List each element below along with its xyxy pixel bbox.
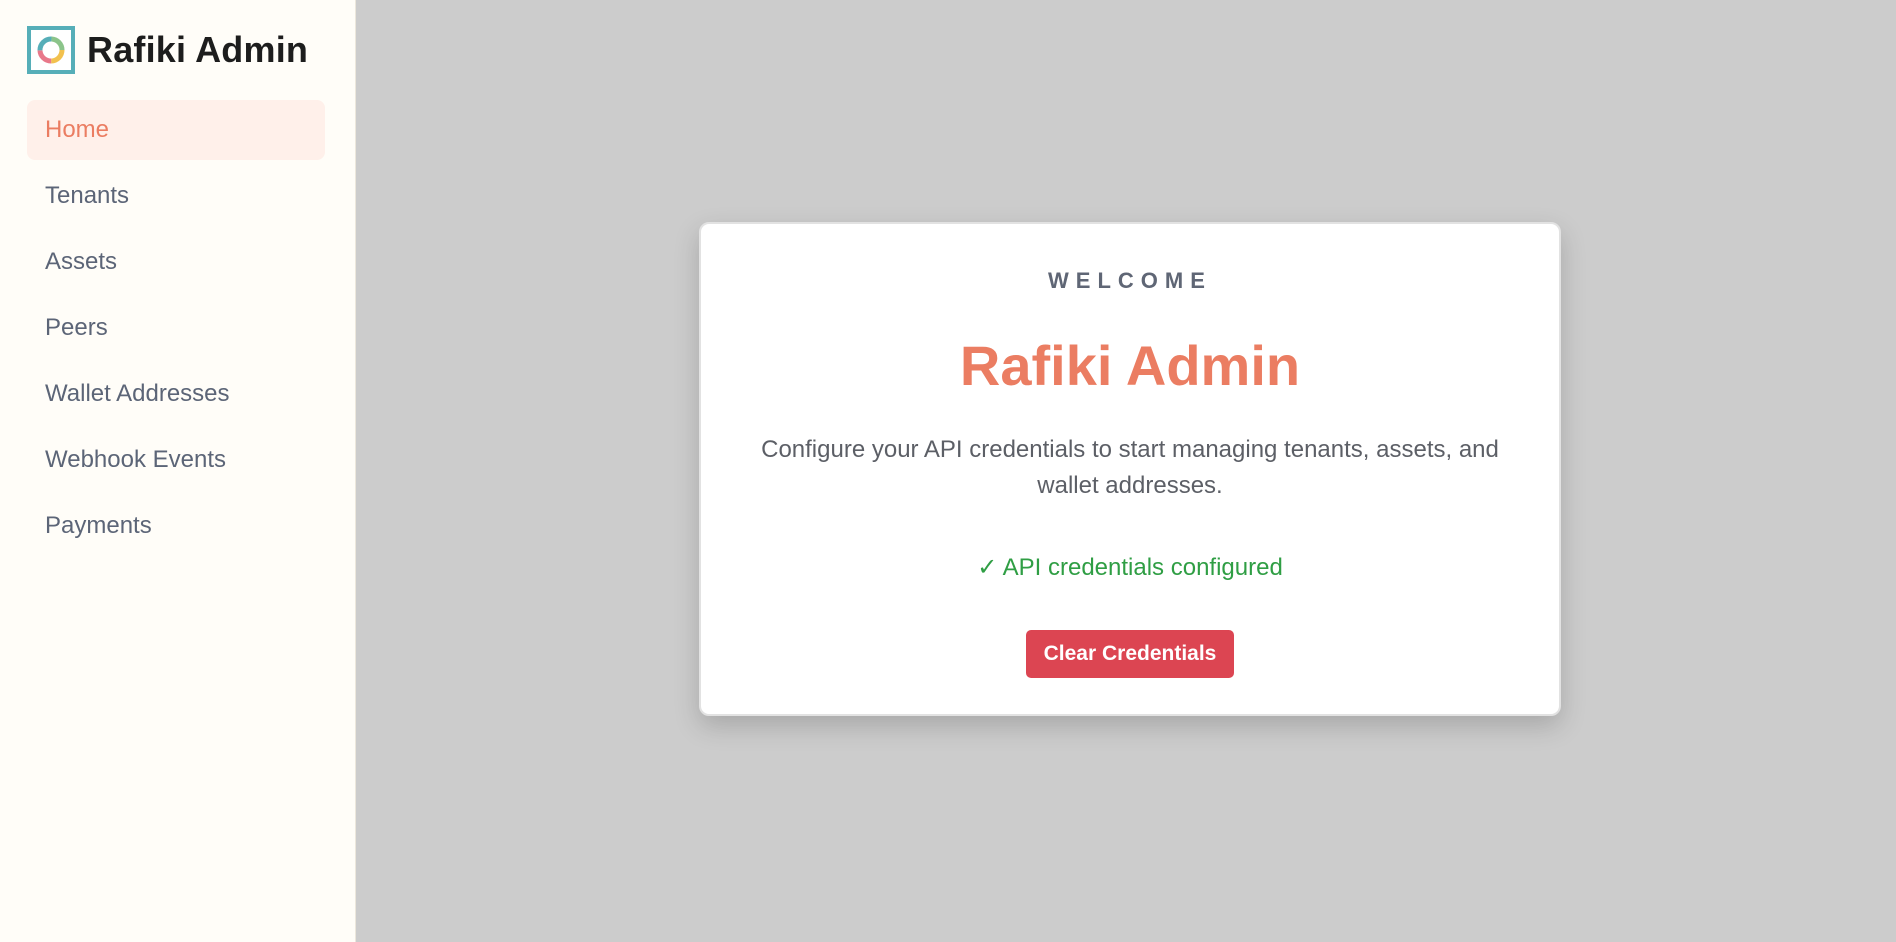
welcome-card: WELCOME Rafiki Admin Configure your API … xyxy=(699,222,1561,716)
sidebar-item-home[interactable]: Home xyxy=(27,100,325,160)
sidebar-item-wallet-addresses[interactable]: Wallet Addresses xyxy=(27,364,325,424)
sidebar-item-tenants[interactable]: Tenants xyxy=(27,166,325,226)
card-description: Configure your API credentials to start … xyxy=(761,436,1499,499)
clear-credentials-button[interactable]: Clear Credentials xyxy=(1025,630,1235,678)
sidebar-item-webhook-events[interactable]: Webhook Events xyxy=(27,430,325,490)
main-backdrop: WELCOME Rafiki Admin Configure your API … xyxy=(356,0,1896,942)
welcome-eyebrow: WELCOME xyxy=(1048,268,1212,293)
card-title: Rafiki Admin xyxy=(959,334,1301,397)
sidebar-item-peers[interactable]: Peers xyxy=(27,298,325,358)
rafiki-ring-logo-icon xyxy=(27,26,75,74)
sidebar-item-assets[interactable]: Assets xyxy=(27,232,325,292)
app-root: Rafiki Admin Home Tenants Assets Peers W… xyxy=(0,0,1896,942)
brand[interactable]: Rafiki Admin xyxy=(27,26,325,74)
sidebar-nav: Home Tenants Assets Peers Wallet Address… xyxy=(27,100,325,556)
brand-title: Rafiki Admin xyxy=(87,29,309,70)
sidebar: Rafiki Admin Home Tenants Assets Peers W… xyxy=(0,0,356,942)
sidebar-item-payments[interactable]: Payments xyxy=(27,496,325,556)
credentials-status: ✓ API credentials configured xyxy=(977,554,1283,581)
